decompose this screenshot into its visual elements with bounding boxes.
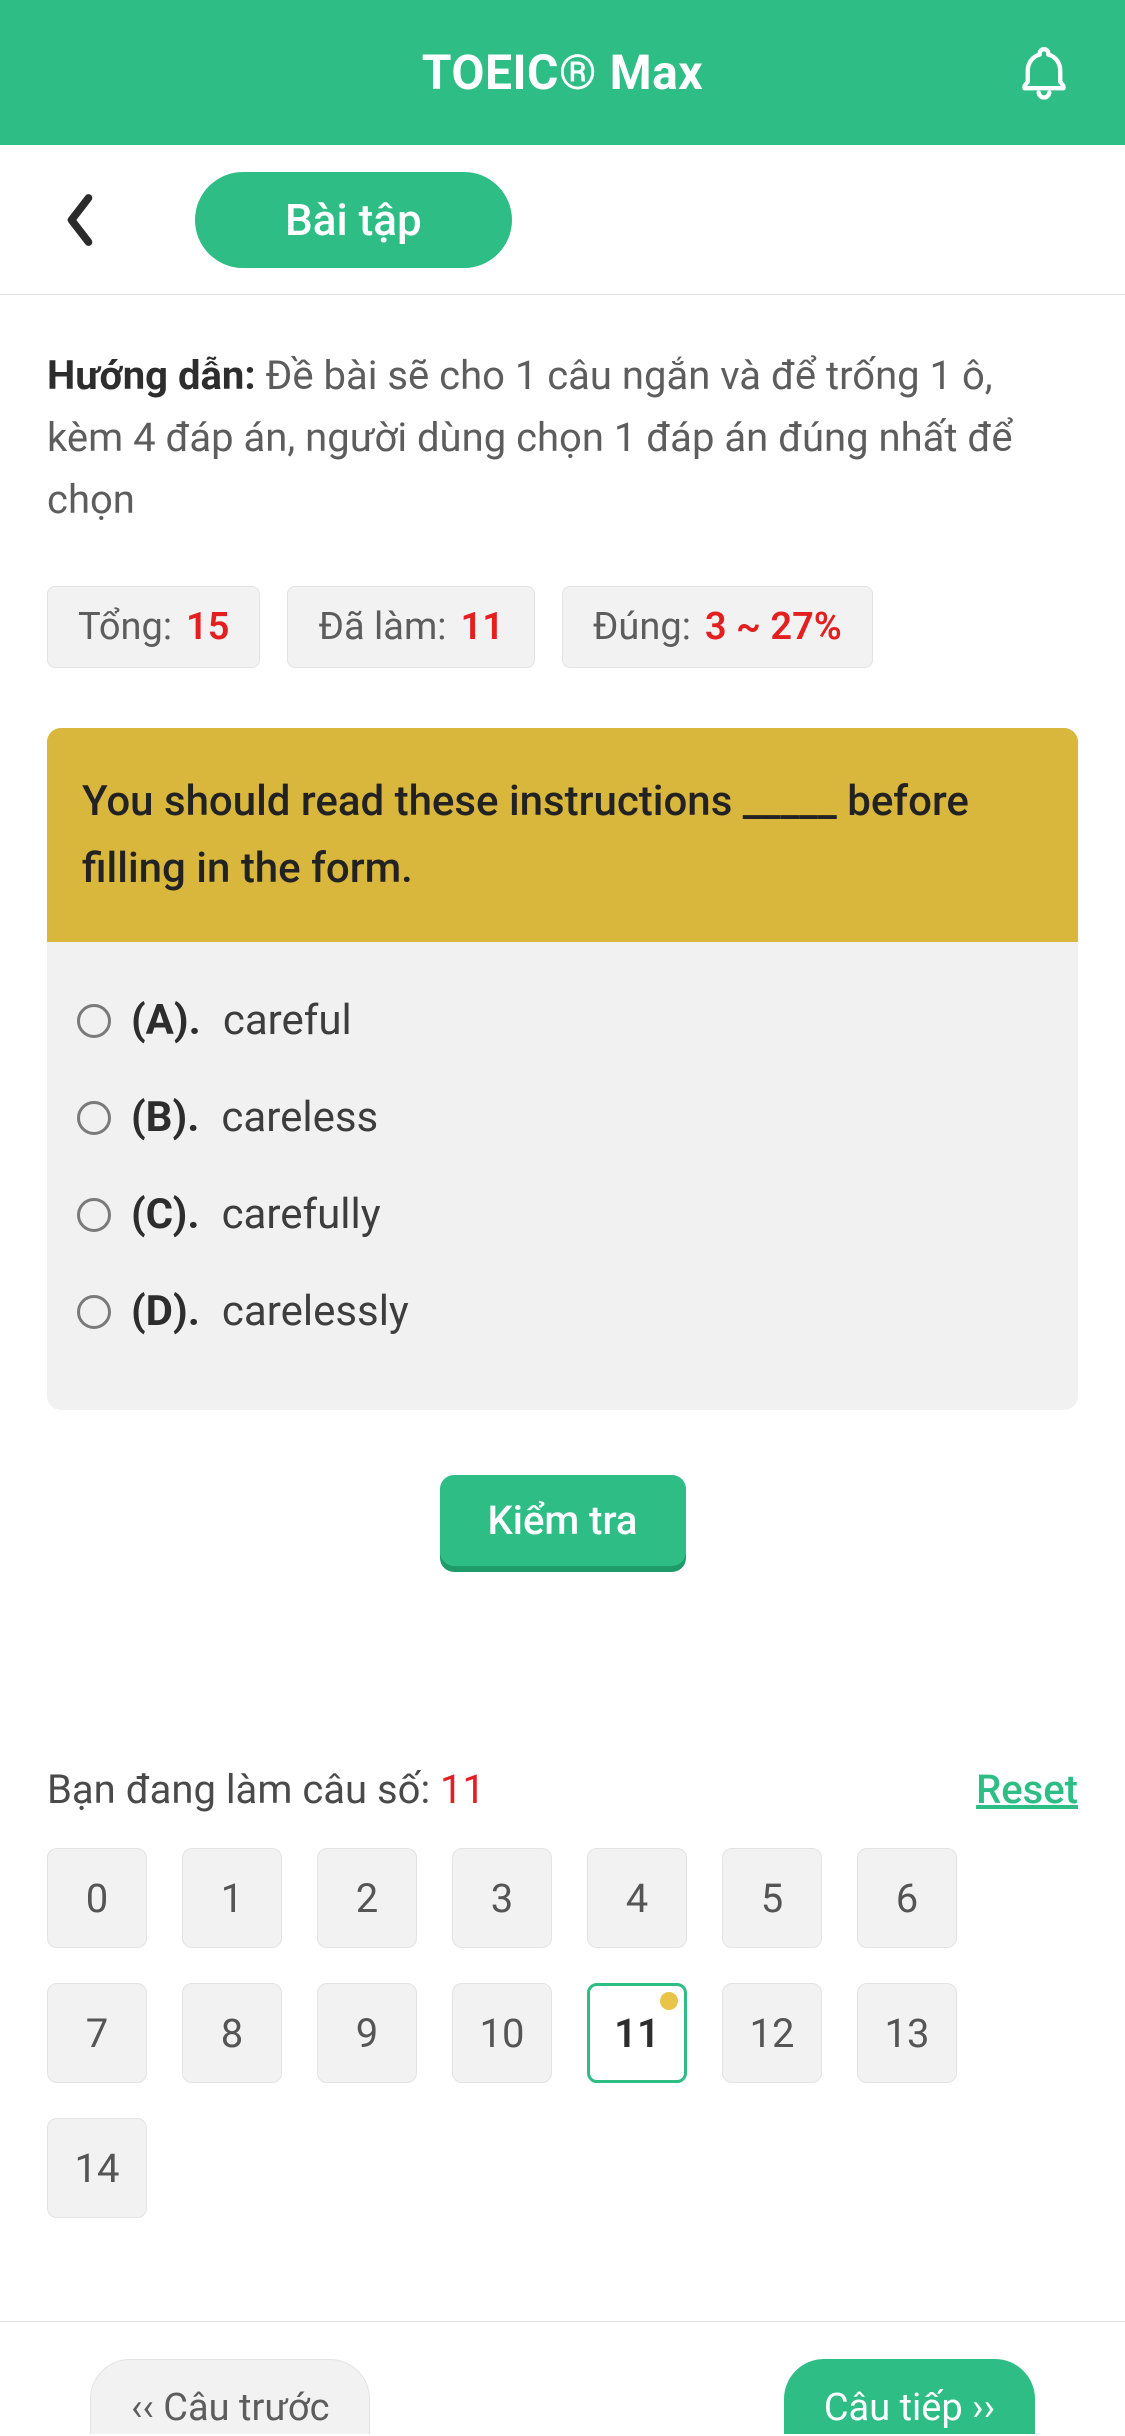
back-chevron-icon[interactable]: [60, 190, 100, 250]
stat-total: Tổng: 15: [47, 586, 260, 668]
option-letter: (A).: [131, 996, 201, 1045]
stat-done-value: 11: [461, 605, 504, 649]
main-content: Hướng dẫn: Đề bài sẽ cho 1 câu ngắn và đ…: [0, 295, 1125, 2218]
instructions-label: Hướng dẫn:: [47, 352, 256, 399]
question-nav-5[interactable]: 5: [722, 1848, 822, 1948]
option-text: carelessly: [222, 1287, 409, 1336]
stat-done-label: Đã làm:: [318, 605, 446, 649]
option-a[interactable]: (A). careful: [77, 972, 1048, 1069]
question-nav-7[interactable]: 7: [47, 1983, 147, 2083]
stat-total-label: Tổng:: [78, 605, 172, 649]
option-letter: (B).: [131, 1093, 199, 1142]
question-nav-8[interactable]: 8: [182, 1983, 282, 2083]
progress-current-number: 11: [440, 1766, 485, 1813]
stat-correct-label: Đúng:: [593, 605, 691, 649]
question-nav-4[interactable]: 4: [587, 1848, 687, 1948]
question-nav-14[interactable]: 14: [47, 2118, 147, 2218]
progress-label: Bạn đang làm câu số:: [47, 1766, 430, 1813]
app-title: TOEIC® Max: [422, 44, 703, 101]
question-nav-0[interactable]: 0: [47, 1848, 147, 1948]
radio-circle-icon: [77, 1295, 111, 1329]
option-d[interactable]: (D). carelessly: [77, 1263, 1048, 1360]
current-indicator-dot-icon: [660, 1992, 678, 2010]
option-b[interactable]: (B). careless: [77, 1069, 1048, 1166]
question-nav-3[interactable]: 3: [452, 1848, 552, 1948]
options-list: (A). careful (B). careless (C). carefully (D).…: [47, 942, 1078, 1410]
sub-header: Bài tập: [0, 145, 1125, 295]
check-button-wrap: Kiểm tra: [47, 1475, 1078, 1566]
check-button[interactable]: Kiểm tra: [440, 1475, 686, 1566]
question-nav-10[interactable]: 10: [452, 1983, 552, 2083]
option-c[interactable]: (C). carefully: [77, 1166, 1048, 1263]
question-nav-11[interactable]: 11: [587, 1983, 687, 2083]
radio-circle-icon: [77, 1198, 111, 1232]
prev-question-button[interactable]: ‹‹ Câu trước: [90, 2359, 370, 2434]
question-nav-2[interactable]: 2: [317, 1848, 417, 1948]
stat-total-value: 15: [186, 605, 229, 649]
radio-circle-icon: [77, 1101, 111, 1135]
stats-row: Tổng: 15 Đã làm: 11 Đúng: 3 ~ 27%: [47, 586, 1078, 668]
question-nav-9[interactable]: 9: [317, 1983, 417, 2083]
question-nav-6[interactable]: 6: [857, 1848, 957, 1948]
question-prompt: You should read these instructions _____…: [47, 728, 1078, 942]
bottom-nav: ‹‹ Câu trước Câu tiếp ››: [0, 2321, 1125, 2436]
stat-correct-value: 3 ~ 27%: [705, 605, 842, 649]
radio-circle-icon: [77, 1004, 111, 1038]
question-number-grid: 01234567891011121314: [47, 1848, 1078, 2218]
question-nav-1[interactable]: 1: [182, 1848, 282, 1948]
question-nav-12[interactable]: 12: [722, 1983, 822, 2083]
next-question-button[interactable]: Câu tiếp ››: [784, 2359, 1035, 2434]
question-card: You should read these instructions _____…: [47, 728, 1078, 1410]
stat-correct: Đúng: 3 ~ 27%: [562, 586, 873, 668]
question-nav-13[interactable]: 13: [857, 1983, 957, 2083]
option-text: careful: [223, 996, 352, 1045]
option-text: careless: [221, 1093, 378, 1142]
option-letter: (C).: [131, 1190, 200, 1239]
progress-header: Bạn đang làm câu số: 11 Reset: [47, 1766, 1078, 1813]
progress-section: Bạn đang làm câu số: 11 Reset 0123456789…: [47, 1766, 1078, 2218]
notification-bell-icon[interactable]: [1018, 44, 1070, 102]
option-letter: (D).: [131, 1287, 200, 1336]
app-header: TOEIC® Max: [0, 0, 1125, 145]
reset-link[interactable]: Reset: [976, 1766, 1078, 1813]
option-text: carefully: [222, 1190, 381, 1239]
instructions-text: Hướng dẫn: Đề bài sẽ cho 1 câu ngắn và đ…: [47, 345, 1078, 531]
stat-done: Đã làm: 11: [287, 586, 534, 668]
exercise-tab-button[interactable]: Bài tập: [195, 172, 512, 268]
